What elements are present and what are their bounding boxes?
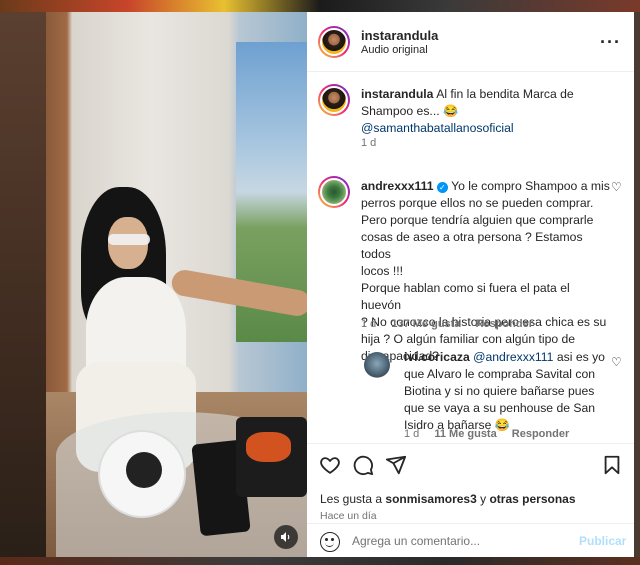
reply-meta: 1 d 11 Me gusta Responder (404, 428, 569, 440)
comment-avatar[interactable] (318, 176, 350, 208)
publish-button[interactable]: Publicar (579, 534, 626, 548)
photo-sunglasses (108, 234, 150, 245)
comment-line: hija ? O algún familiar con algún tipo d… (361, 332, 576, 346)
reply-avatar[interactable] (364, 352, 390, 378)
post-side-panel: instarandula Audio original ··· instaran… (307, 12, 634, 557)
likes-user[interactable]: sonmisamores3 (385, 492, 476, 506)
reply-line: que Alvaro le compraba Savital con (404, 367, 596, 381)
likes-middle: y (480, 492, 487, 506)
comment-line: Porque hablan como si fuera el pata el h… (361, 281, 570, 312)
comment-line: Pero porque tendría alguien que comprarl… (361, 213, 594, 227)
reply-text: ivi.coricaza @andrexxx111 asi es yo que … (404, 349, 614, 434)
reply-reply-button[interactable]: Responder (512, 428, 569, 440)
comment-likes-count[interactable]: 137 Me gusta (391, 318, 460, 330)
post-media[interactable] (46, 12, 307, 557)
reply-like-heart-icon[interactable]: ♡ (611, 355, 622, 369)
comment-reply-button[interactable]: Responder (476, 318, 533, 330)
comment-input-bar: Agrega un comentario... Publicar (307, 523, 634, 557)
bookmark-icon[interactable] (601, 454, 623, 476)
post-header: instarandula Audio original ··· (307, 12, 634, 72)
comment-line: cosas de aseo a otra persona ? Estamos t… (361, 230, 583, 261)
reply-mention[interactable]: @andrexxx111 (473, 350, 553, 364)
emoji-icon[interactable] (320, 532, 340, 552)
comment-time: 1 d (361, 318, 377, 330)
photo-bowl (126, 452, 162, 488)
background-page-strip-left (0, 12, 46, 557)
background-page-strip-bottom (0, 557, 640, 565)
likes-prefix: Les gusta a (320, 492, 383, 506)
comments-list[interactable]: instarandula Al fin la bendita Marca de … (307, 73, 634, 443)
comment-text: andrexxx111 ✓ Yo le compro Shampoo a mis… (361, 178, 613, 365)
lightbox-backdrop: instarandula Audio original ··· instaran… (0, 0, 640, 565)
post-actions: Les gusta a sonmisamores3 y otras person… (307, 443, 634, 523)
comment-input[interactable]: Agrega un comentario... (352, 534, 480, 548)
reply-line: Biotina y si no quiere bañarse pues (404, 384, 595, 398)
comment-icon[interactable] (352, 454, 374, 476)
reply-line: asi es yo (556, 350, 605, 364)
background-page-strip-top (0, 0, 640, 12)
likes-others[interactable]: otras personas (489, 492, 575, 506)
share-icon[interactable] (385, 454, 407, 476)
photo-carrots (246, 432, 291, 462)
caption-mention[interactable]: @samanthabatallanosoficial (361, 121, 514, 135)
comment-like-heart-icon[interactable]: ♡ (611, 180, 622, 194)
likes-summary: Les gusta a sonmisamores3 y otras person… (320, 492, 576, 506)
post-time[interactable]: Hace un día (320, 510, 377, 522)
comment-line: Yo le compro Shampoo a mis (451, 179, 610, 193)
reply-username[interactable]: ivi.coricaza (404, 350, 470, 364)
more-options-icon[interactable]: ··· (600, 32, 621, 53)
caption-time: 1 d (361, 137, 377, 149)
background-page-strip-right (634, 12, 640, 557)
author-username[interactable]: instarandula (361, 28, 438, 43)
speaker-icon-glyph (281, 532, 290, 542)
comment-line: perros porque ellos no se pueden comprar… (361, 196, 594, 210)
comment-meta: 1 d 137 Me gusta Responder (361, 318, 533, 330)
caption-author-avatar[interactable] (318, 84, 350, 116)
caption-username[interactable]: instarandula (361, 87, 433, 101)
reply-line: que se vaya a su penhouse de San (404, 401, 596, 415)
heart-icon[interactable] (319, 454, 341, 476)
verified-badge-icon: ✓ (436, 182, 448, 193)
speaker-icon[interactable] (274, 525, 298, 549)
reply-time: 1 d (404, 428, 420, 440)
caption-text: instarandula Al fin la bendita Marca de … (361, 86, 621, 137)
comment-line: locos !!! (361, 264, 403, 278)
comment-username[interactable]: andrexxx111 (361, 179, 434, 193)
reply-likes-count[interactable]: 11 Me gusta (434, 428, 496, 440)
audio-label[interactable]: Audio original (361, 44, 428, 56)
author-avatar[interactable] (318, 26, 350, 58)
